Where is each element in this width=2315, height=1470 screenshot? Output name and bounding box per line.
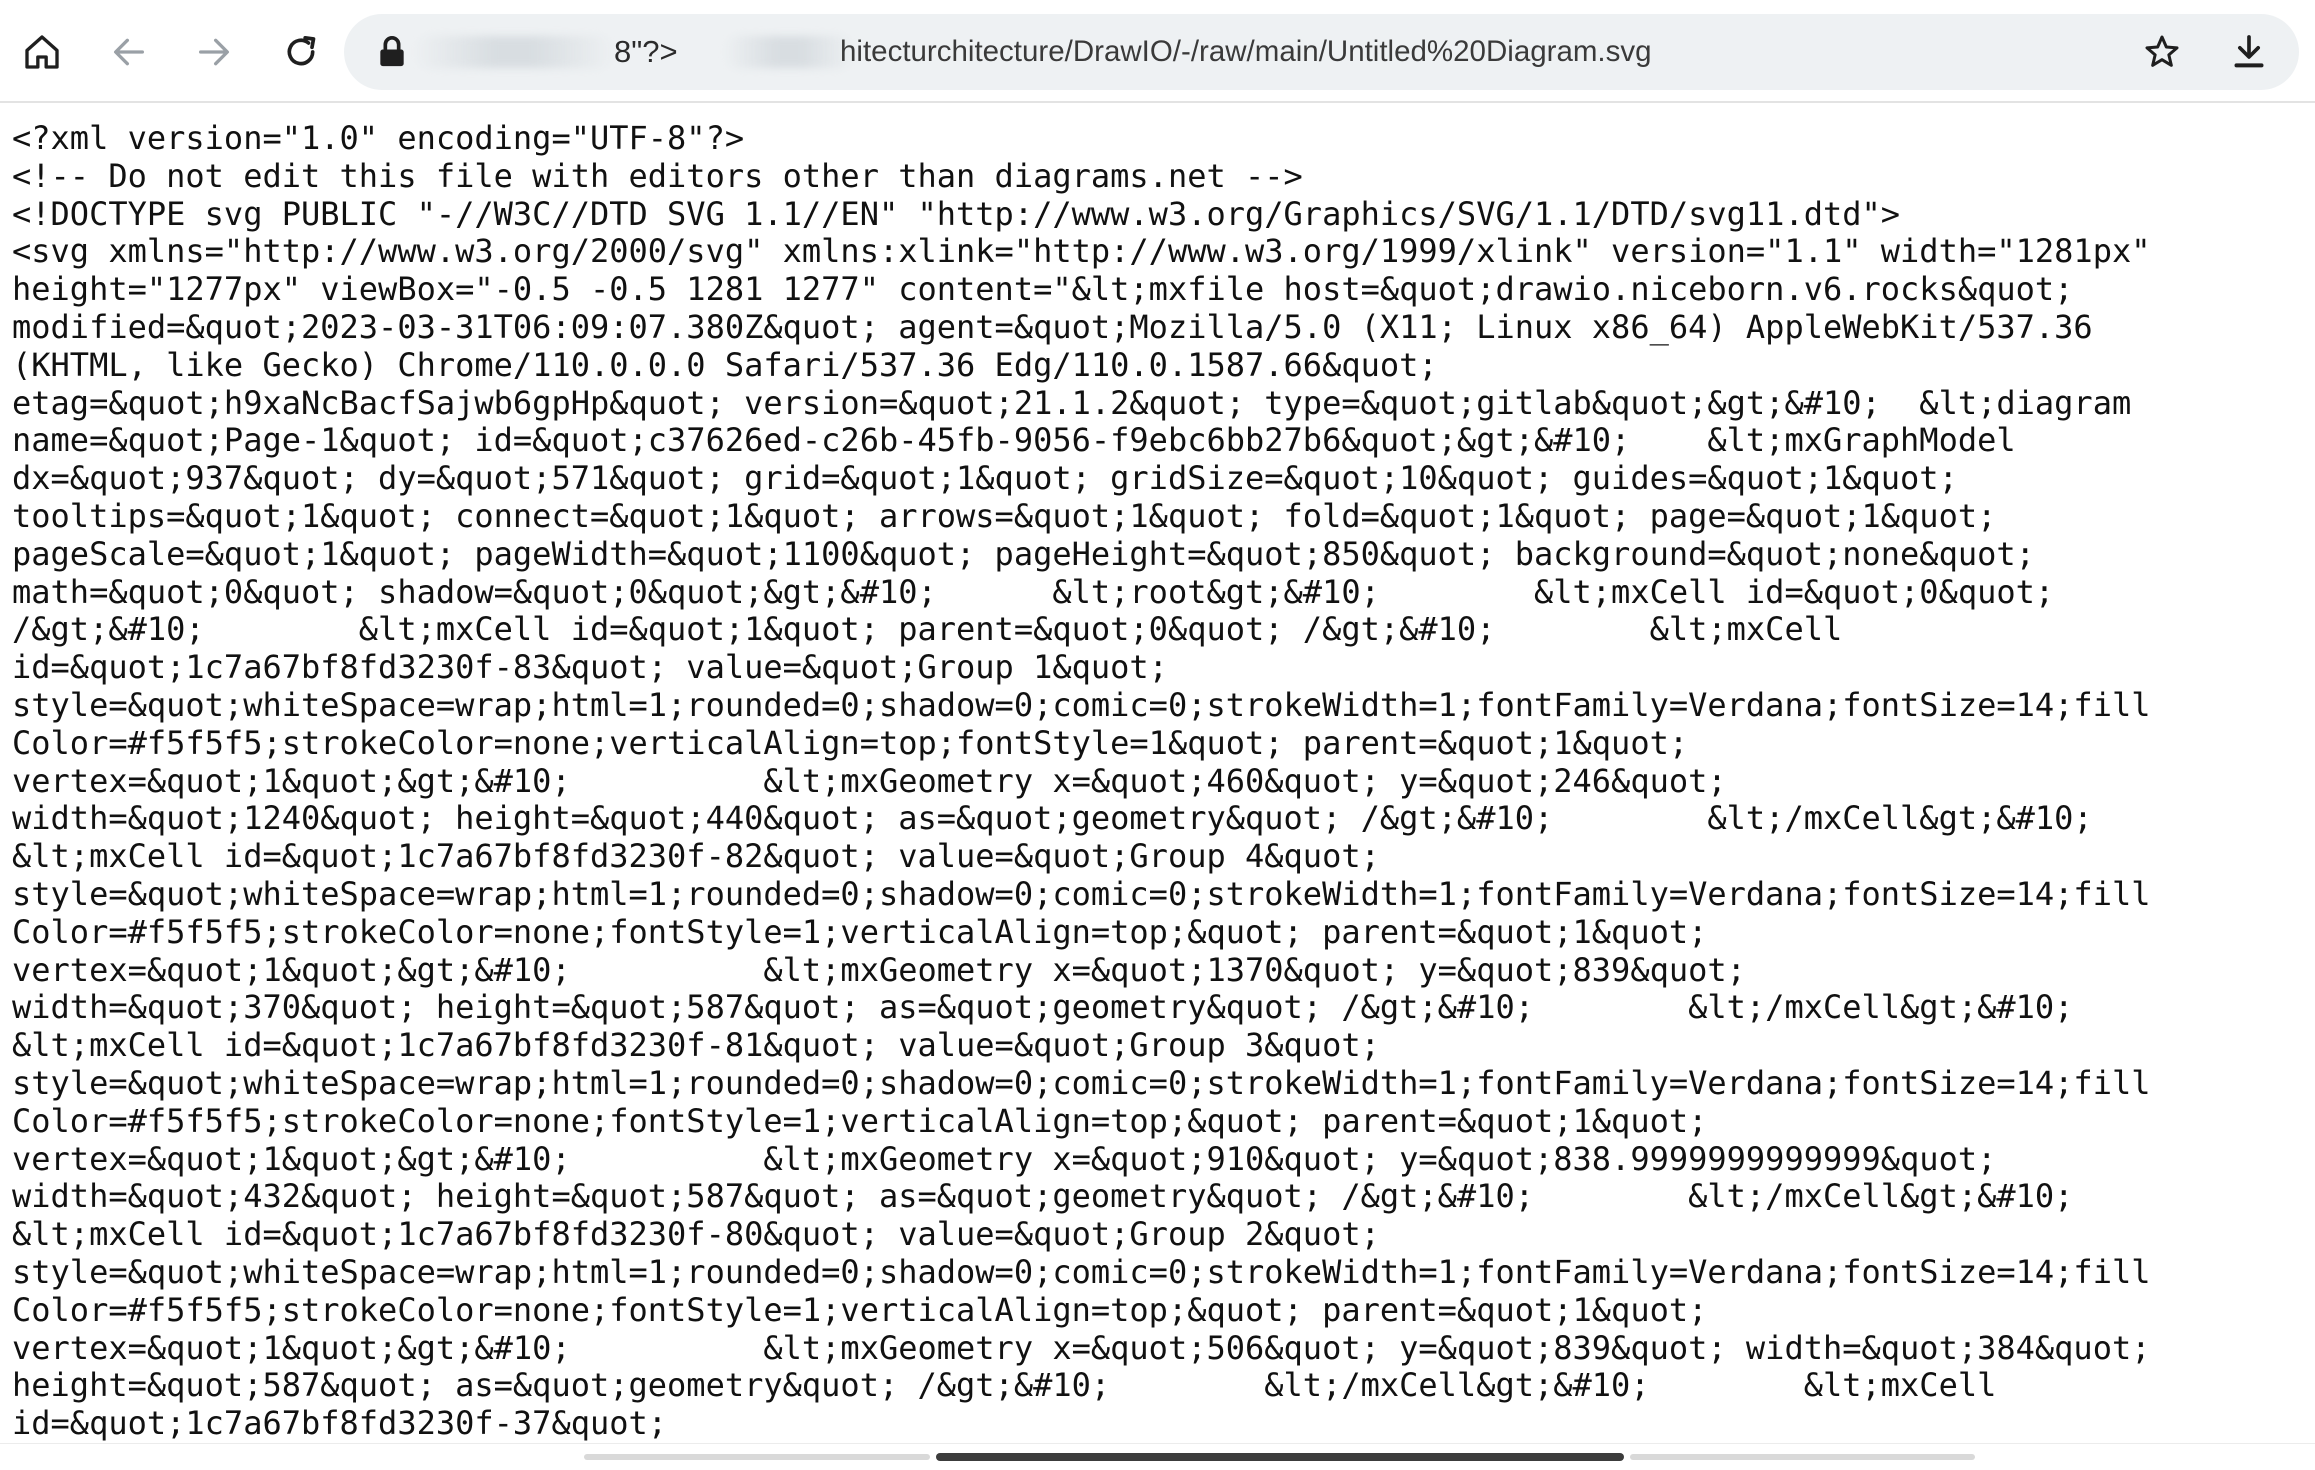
- source-line: vertex=&quot;1&quot;&gt;&#10; &lt;mxGeom…: [12, 761, 1727, 800]
- source-line: Color=#f5f5f5;strokeColor=none;fontStyle…: [12, 1101, 1708, 1140]
- home-button[interactable]: [12, 22, 72, 82]
- source-line: etag=&quot;h9xaNcBacfSajwb6gpHp&quot; ve…: [12, 383, 2132, 422]
- source-line: &lt;mxCell id=&quot;1c7a67bf8fd3230f-82&…: [12, 837, 1380, 876]
- lock-icon: [380, 36, 404, 67]
- scrollbar-track-left: [584, 1454, 930, 1460]
- arrow-left-icon: [114, 38, 144, 66]
- reload-icon: [287, 36, 316, 66]
- download-button[interactable]: [2227, 30, 2271, 74]
- source-line: &lt;mxCell id=&quot;1c7a67bf8fd3230f-80&…: [12, 1215, 1380, 1254]
- forward-button[interactable]: [184, 22, 244, 82]
- source-line: /&gt;&#10; &lt;mxCell id=&quot;1&quot; p…: [12, 610, 1843, 649]
- url-redacted-segment: [414, 36, 614, 68]
- reload-button[interactable]: [271, 22, 331, 82]
- source-line: height=&quot;587&quot; as=&quot;geometry…: [12, 1366, 1997, 1405]
- horizontal-scrollbar[interactable]: [0, 1443, 2315, 1470]
- source-line: width=&quot;370&quot; height=&quot;587&q…: [12, 988, 2074, 1027]
- arrow-right-icon: [199, 38, 229, 66]
- scrollbar-track-right: [1630, 1454, 1975, 1460]
- source-line: style=&quot;whiteSpace=wrap;html=1;round…: [12, 685, 2151, 724]
- source-line: Color=#f5f5f5;strokeColor=none;fontStyle…: [12, 912, 1708, 951]
- raw-svg-source: <?xml version="1.0" encoding="UTF-8"?> <…: [0, 103, 2315, 1443]
- star-icon: [2145, 35, 2179, 67]
- source-line: tooltips=&quot;1&quot; connect=&quot;1&q…: [12, 496, 1997, 535]
- bookmark-button[interactable]: [2140, 30, 2184, 74]
- download-icon: [2234, 35, 2264, 68]
- source-line: <?xml version="1.0" encoding="UTF-8"?>: [12, 119, 745, 157]
- source-line: <!DOCTYPE svg PUBLIC "-//W3C//DTD SVG 1.…: [12, 194, 1901, 233]
- source-line: style=&quot;whiteSpace=wrap;html=1;round…: [12, 874, 2151, 913]
- home-icon: [25, 35, 59, 69]
- url-text: hitecturchitecture/DrawIO/-/raw/main/Unt…: [840, 35, 1652, 68]
- url-fragment: 8"?>: [614, 34, 678, 69]
- source-line: vertex=&quot;1&quot;&gt;&#10; &lt;mxGeom…: [12, 1139, 1997, 1178]
- source-line: <!-- Do not edit this file with editors …: [12, 156, 1303, 195]
- source-line: Color=#f5f5f5;strokeColor=none;fontStyle…: [12, 1290, 1708, 1329]
- source-line: <svg xmlns="http://www.w3.org/2000/svg" …: [12, 232, 2151, 271]
- source-line: height="1277px" viewBox="-0.5 -0.5 1281 …: [12, 270, 2074, 309]
- source-line: style=&quot;whiteSpace=wrap;html=1;round…: [12, 1063, 2151, 1102]
- url-redacted-segment: [724, 36, 854, 68]
- source-line: dx=&quot;937&quot; dy=&quot;571&quot; gr…: [12, 459, 1958, 498]
- source-line: id=&quot;1c7a67bf8fd3230f-83&quot; value…: [12, 648, 1168, 687]
- source-line: vertex=&quot;1&quot;&gt;&#10; &lt;mxGeom…: [12, 950, 1746, 989]
- source-line: &lt;mxCell id=&quot;1c7a67bf8fd3230f-81&…: [12, 1026, 1380, 1065]
- raw-file-viewer: <?xml version="1.0" encoding="UTF-8"?> <…: [0, 103, 2315, 1443]
- back-button[interactable]: [99, 22, 159, 82]
- source-line: width=&quot;432&quot; height=&quot;587&q…: [12, 1177, 2074, 1216]
- source-line: (KHTML, like Gecko) Chrome/110.0.0.0 Saf…: [12, 345, 1438, 384]
- address-bar[interactable]: 8"?> hitecturchitecture/DrawIO/-/raw/mai…: [344, 14, 2299, 90]
- browser-toolbar: 8"?> hitecturchitecture/DrawIO/-/raw/mai…: [0, 0, 2315, 103]
- source-line: math=&quot;0&quot; shadow=&quot;0&quot;&…: [12, 572, 2055, 611]
- source-line: name=&quot;Page-1&quot; id=&quot;c37626e…: [12, 421, 2016, 460]
- source-line: Color=#f5f5f5;strokeColor=none;verticalA…: [12, 723, 1689, 762]
- source-line: width=&quot;1240&quot; height=&quot;440&…: [12, 799, 2093, 838]
- scrollbar-thumb[interactable]: [936, 1453, 1624, 1461]
- source-line: vertex=&quot;1&quot;&gt;&#10; &lt;mxGeom…: [12, 1328, 2151, 1367]
- source-line: modified=&quot;2023-03-31T06:09:07.380Z&…: [12, 307, 2093, 346]
- source-line: pageScale=&quot;1&quot; pageWidth=&quot;…: [12, 534, 2035, 573]
- source-line: id=&quot;1c7a67bf8fd3230f-37&quot;: [12, 1404, 668, 1443]
- source-line: style=&quot;whiteSpace=wrap;html=1;round…: [12, 1252, 2151, 1291]
